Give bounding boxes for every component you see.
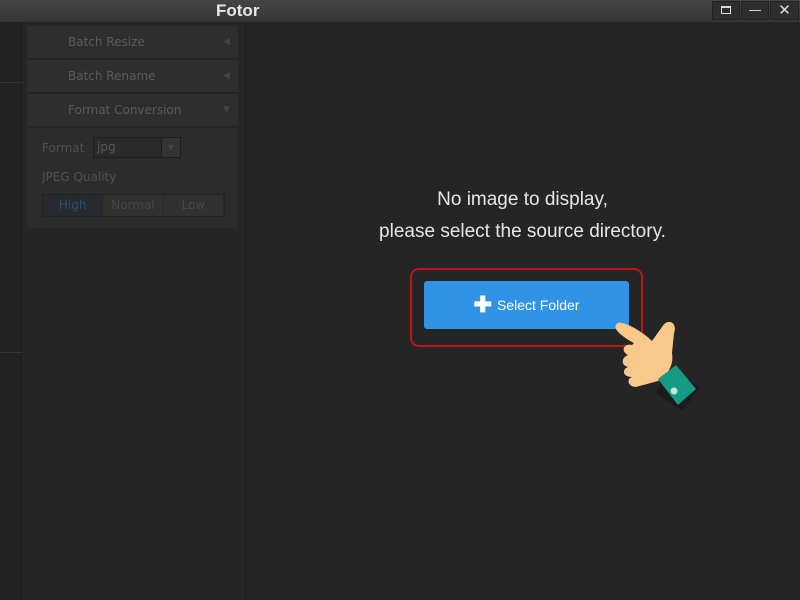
batch-panel: Batch Resize ◀ Batch Rename ◀ Format Conve… xyxy=(22,22,246,600)
window-title: Fotor xyxy=(216,1,260,20)
expand-arrow-icon: ▼ xyxy=(223,105,230,115)
close-icon: ✕ xyxy=(778,1,791,19)
section-batch-resize[interactable]: Batch Resize ◀ xyxy=(27,26,238,59)
collapse-arrow-icon: ◀ xyxy=(223,71,230,81)
quality-low[interactable]: Low xyxy=(163,195,224,216)
format-label: Format xyxy=(42,141,85,155)
chevron-down-icon: ▼ xyxy=(161,138,180,157)
close-button[interactable]: ✕ xyxy=(770,1,799,20)
minimize-button[interactable]: — xyxy=(741,1,769,20)
restore-icon xyxy=(721,6,731,14)
restore-button[interactable] xyxy=(712,1,740,20)
jpeg-quality-label: JPEG Quality xyxy=(42,170,117,184)
quality-segmented-control: High Normal Low xyxy=(42,194,225,217)
quality-high[interactable]: High xyxy=(43,195,104,216)
section-batch-rename[interactable]: Batch Rename ◀ xyxy=(27,60,238,93)
select-folder-button[interactable]: ✚ Select Folder xyxy=(424,281,629,329)
format-select[interactable]: jpg ▼ xyxy=(93,137,181,158)
collapse-arrow-icon: ◀ xyxy=(223,37,230,47)
left-strip xyxy=(0,22,22,600)
pointing-hand-icon xyxy=(615,321,700,411)
minimize-icon: — xyxy=(748,3,762,18)
section-format-conversion[interactable]: Format Conversion ▼ xyxy=(27,94,238,127)
quality-normal[interactable]: Normal xyxy=(103,195,164,216)
title-bar: Fotor — ✕ xyxy=(0,0,800,22)
format-conversion-body: Format jpg ▼ JPEG Quality High Normal Low xyxy=(27,128,238,228)
empty-message: No image to display, please select the s… xyxy=(379,189,666,242)
plus-icon: ✚ xyxy=(473,292,492,317)
